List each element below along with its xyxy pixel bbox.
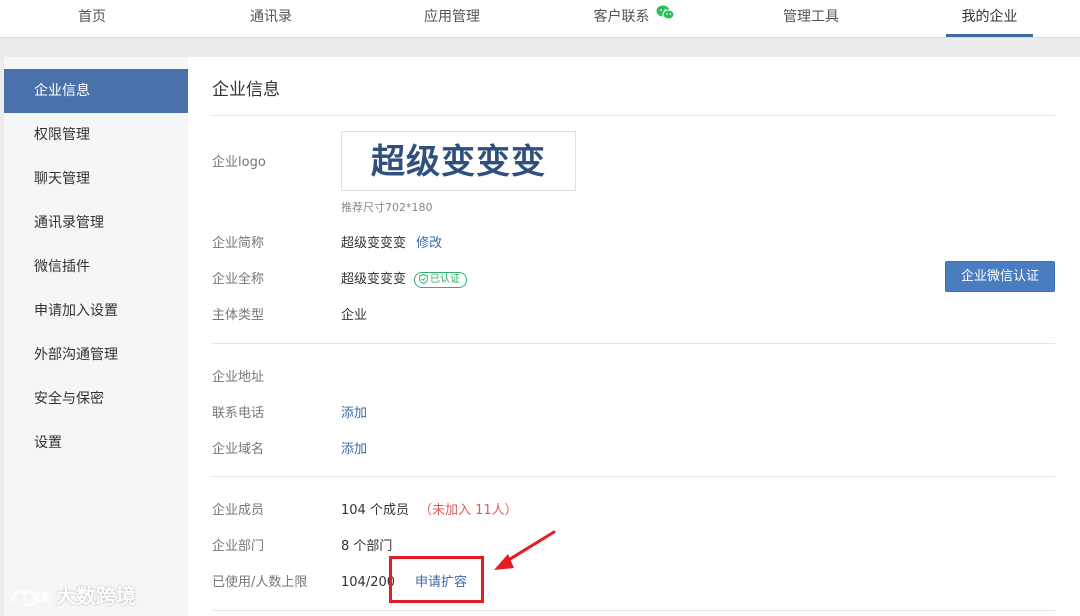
edit-short-name-link[interactable]: 修改 (416, 236, 442, 251)
sidebar: 企业信息 权限管理 聊天管理 通讯录管理 微信插件 申请加入设置 外部沟通管理 … (4, 57, 188, 616)
nav-item-app-management[interactable]: 应用管理 (416, 0, 488, 38)
sidebar-item-permissions[interactable]: 权限管理 (4, 113, 188, 157)
logo-text: 超级变变变 (371, 142, 546, 182)
nav-item-customer-contact[interactable]: 客户联系 (584, 0, 684, 38)
usage-value: 104/200 (341, 575, 396, 590)
sidebar-item-enterprise-info[interactable]: 企业信息 (4, 69, 188, 113)
divider (212, 476, 1055, 477)
full-name-value-row: 超级变变变 已认证 (341, 268, 468, 288)
sidebar-item-wechat-plugin[interactable]: 微信插件 (4, 245, 188, 289)
nav-item-customer-contact-label: 客户联系 (593, 9, 650, 25)
phone-label: 联系电话 (212, 406, 265, 421)
entity-type-label: 主体类型 (212, 308, 265, 323)
short-name-value: 超级变变变 (341, 236, 407, 251)
shield-check-icon (419, 273, 428, 285)
nav-item-admin-tools[interactable]: 管理工具 (775, 0, 847, 38)
sidebar-item-external-communication[interactable]: 外部沟通管理 (4, 333, 188, 377)
sidebar-item-contacts-management[interactable]: 通讯录管理 (4, 201, 188, 245)
divider (212, 610, 1055, 611)
enterprise-logo[interactable]: 超级变变变 (341, 131, 576, 191)
page-title: 企业信息 (212, 80, 280, 100)
add-phone-link[interactable]: 添加 (341, 402, 367, 421)
not-joined-count[interactable]: （未加入 11人） (419, 503, 518, 518)
departments-value: 8 个部门 (341, 539, 393, 554)
annotation-highlight-box (389, 556, 484, 603)
short-name-value-row: 超级变变变 修改 (341, 232, 442, 251)
sidebar-item-settings[interactable]: 设置 (4, 421, 188, 465)
logo-label: 企业logo (212, 155, 266, 170)
sidebar-item-join-settings[interactable]: 申请加入设置 (4, 289, 188, 333)
nav-item-home[interactable]: 首页 (62, 0, 122, 38)
top-nav: 首页 通讯录 应用管理 客户联系 管理工具 我的企业 (0, 0, 1080, 38)
sidebar-item-security[interactable]: 安全与保密 (4, 377, 188, 421)
annotation-arrow-icon (494, 530, 556, 570)
divider (212, 115, 1055, 116)
verified-badge: 已认证 (414, 272, 468, 288)
add-domain-link[interactable]: 添加 (341, 438, 367, 457)
usage-label: 已使用/人数上限 (212, 575, 308, 590)
divider (212, 343, 1055, 344)
full-name-label: 企业全称 (212, 272, 265, 287)
members-value-row: 104 个成员 （未加入 11人） (341, 499, 518, 518)
short-name-label: 企业简称 (212, 236, 265, 251)
watermark: 大数跨境 (10, 580, 136, 609)
logo-size-hint: 推荐尺寸702*180 (341, 201, 433, 214)
wechat-icon (656, 0, 675, 33)
watermark-logo-icon (11, 590, 52, 607)
watermark-text: 大数跨境 (56, 584, 136, 608)
wechat-verify-button[interactable]: 企业微信认证 (945, 261, 1055, 292)
verified-badge-label: 已认证 (430, 274, 461, 285)
full-name-value: 超级变变变 (341, 272, 407, 287)
entity-type-value: 企业 (341, 308, 368, 323)
nav-item-contacts[interactable]: 通讯录 (241, 0, 301, 38)
address-label: 企业地址 (212, 370, 265, 385)
members-label: 企业成员 (212, 503, 265, 518)
members-count: 104 个成员 (341, 503, 409, 518)
sidebar-item-chat-management[interactable]: 聊天管理 (4, 157, 188, 201)
nav-item-my-enterprise[interactable]: 我的企业 (946, 0, 1033, 38)
main-panel: 企业信息 企业logo 超级变变变 推荐尺寸702*180 企业简称 超级变变变… (188, 57, 1080, 616)
departments-label: 企业部门 (212, 539, 265, 554)
domain-label: 企业域名 (212, 442, 265, 457)
